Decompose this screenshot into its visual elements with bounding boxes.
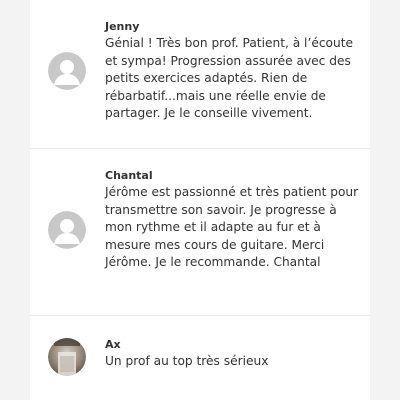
review-text: Génial ! Très bon prof. Patient, à l’éco… <box>105 36 353 120</box>
reviewer-name: Ax <box>105 338 121 351</box>
review-item: Chantal Jérôme est passionné et très pat… <box>30 149 370 316</box>
review-content: Jenny Génial ! Très bon prof. Patient, à… <box>105 20 360 123</box>
review-item: Jenny Génial ! Très bon prof. Patient, à… <box>30 0 370 149</box>
review-content: Chantal Jérôme est passionné et très pat… <box>105 169 360 272</box>
reviews-list: Jenny Génial ! Très bon prof. Patient, à… <box>30 0 370 400</box>
default-user-icon <box>48 52 86 90</box>
review-item: Ax Un prof au top très sérieux <box>30 316 370 400</box>
review-text: Jérôme est passionné et très patient pou… <box>105 185 359 269</box>
review-content: Ax Un prof au top très sérieux <box>105 338 360 371</box>
reviewer-name: Jenny <box>105 20 140 33</box>
review-text: Un prof au top très sérieux <box>105 354 269 368</box>
default-user-icon <box>48 211 86 249</box>
user-photo <box>48 338 86 376</box>
reviewer-name: Chantal <box>105 169 153 182</box>
